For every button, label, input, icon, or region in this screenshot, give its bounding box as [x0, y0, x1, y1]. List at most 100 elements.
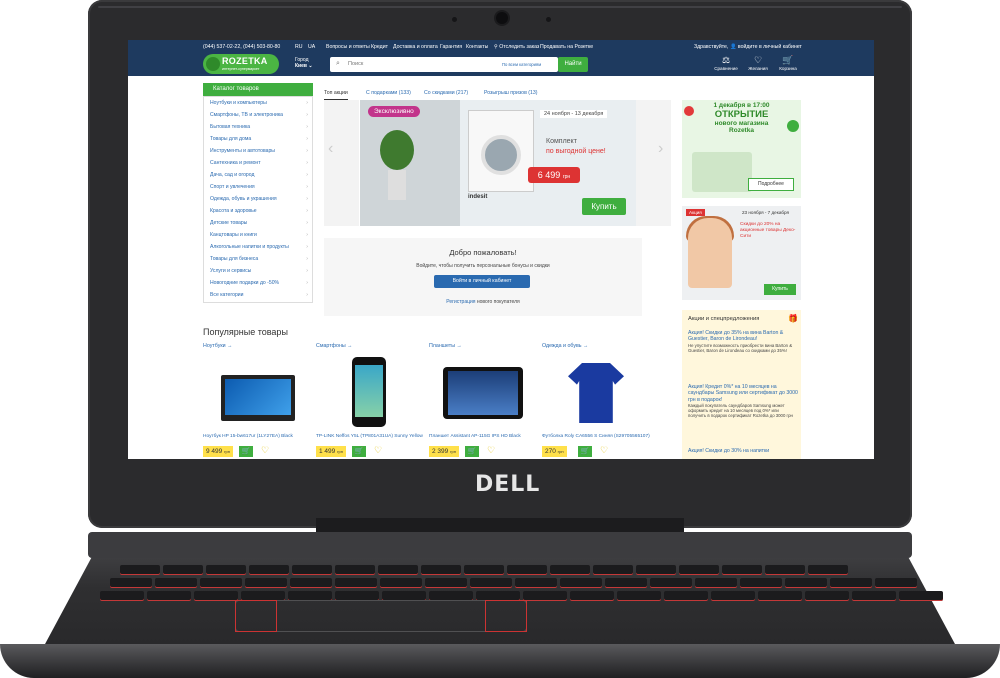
tab-discounts[interactable]: Со скидками (217) — [424, 87, 468, 99]
offer-title[interactable]: Акция! Кредит 0%* на 10 месяцев на саунд… — [688, 384, 798, 403]
add-to-cart-icon[interactable]: 🛒 — [465, 446, 479, 457]
product-name[interactable]: Футболка Roly CA6556 S Синяя (S297055651… — [542, 434, 652, 440]
offer-title[interactable]: Акция! Скидки до 35% на вина Barton & Gu… — [688, 330, 798, 343]
menu-item[interactable]: Сантехника и ремонт — [204, 157, 312, 169]
menu-item[interactable]: Красота и здоровье — [204, 205, 312, 217]
menu-item[interactable]: Бытовая техника — [204, 121, 312, 133]
product-category-link[interactable]: Планшеты → — [429, 343, 539, 349]
laptop-front-edge — [0, 644, 1000, 678]
add-to-cart-icon[interactable]: 🛒 — [578, 446, 592, 457]
menu-item[interactable]: Товары для бизнеса — [204, 253, 312, 265]
welcome-subtitle: Войдите, чтобы получить персональные бон… — [416, 263, 550, 269]
menu-item[interactable]: Спорт и увлечения — [204, 181, 312, 193]
offer-item[interactable]: Акция! Скидки до 30% на напитки — [688, 448, 798, 454]
greeting: Здравствуйте, — [694, 44, 729, 50]
product-name[interactable]: Ноутбук HP 15-bw617ur (1LY27EA) Black — [203, 434, 313, 440]
menu-item[interactable]: Услуги и сервисы — [204, 265, 312, 277]
city-value: Киев ⌄ — [295, 63, 313, 69]
carousel-next-slide — [636, 100, 671, 226]
wishlist-button[interactable]: ♡ Желания — [744, 55, 772, 71]
menu-item-gifts[interactable]: Новогодние подарки до -50% — [204, 277, 312, 289]
add-to-cart-icon[interactable]: 🛒 — [239, 446, 253, 457]
link-contacts[interactable]: Контакты — [466, 44, 488, 50]
tab-top[interactable]: Топ акции — [324, 87, 348, 100]
offer-title[interactable]: Акция! Скидки до 30% на напитки — [688, 448, 798, 454]
search-box[interactable]: ⌕ Поиск По всем категориям — [330, 57, 558, 72]
tab-prizes[interactable]: Розыгрыш призов (13) — [484, 87, 538, 99]
menu-item[interactable]: Одежда, обувь и украшения — [204, 193, 312, 205]
store-opening-promo[interactable]: 1 декабря в 17:00 ОТКРЫТИЕ нового магази… — [682, 100, 801, 198]
menu-item[interactable]: Смартфоны, ТВ и электроника — [204, 109, 312, 121]
tshirt-image — [568, 363, 624, 423]
promo-store-more-button[interactable]: Подробнее — [748, 178, 794, 191]
product-card[interactable]: Планшеты → Планшет Assistant AP-115G IPS… — [429, 343, 539, 459]
menu-item[interactable]: Канцтовары и книги — [204, 229, 312, 241]
deco-promo[interactable]: Акция 23 ноября - 7 декабря Скидки до 20… — [682, 206, 801, 300]
product-card[interactable]: Смартфоны → TP-LINK Neffos Y5L (TP801A31… — [316, 343, 426, 459]
cart-button[interactable]: 🛒 Корзина — [774, 55, 802, 71]
product-image[interactable] — [556, 357, 636, 427]
promo-store-date: 1 декабря в 17:00 — [713, 102, 770, 109]
product-name[interactable]: TP-LINK Neffos Y5L (TP801A31UA) Sunny Ye… — [316, 434, 426, 440]
wishlist-label: Желания — [748, 66, 768, 71]
product-category-link[interactable]: Смартфоны → — [316, 343, 426, 349]
product-image[interactable] — [217, 357, 297, 427]
lang-ua[interactable]: UA — [308, 44, 315, 50]
sell-link[interactable]: Продавать на Розетке — [540, 44, 593, 50]
product-category-link[interactable]: Ноутбуки → — [203, 343, 313, 349]
search-button[interactable]: Найти — [558, 57, 588, 72]
webcam — [496, 12, 508, 24]
wishlist-heart-icon[interactable]: ♡ — [487, 445, 495, 456]
promo-store-headline: ОТКРЫТИЕ — [714, 109, 769, 120]
menu-item[interactable]: Товары для дома — [204, 133, 312, 145]
city-selector[interactable]: Город Киев ⌄ — [295, 57, 313, 69]
deco-badge: Акция — [686, 209, 705, 216]
link-credit[interactable]: Кредит — [371, 44, 388, 50]
menu-item-all[interactable]: Все категории — [204, 289, 312, 301]
register-link[interactable]: Регистрация — [446, 299, 475, 305]
link-delivery[interactable]: Доставка и оплата — [393, 44, 438, 50]
promo-banner[interactable]: Эксклюзивно indesit 24 ноября - 13 декаб… — [360, 100, 636, 226]
track-order-link[interactable]: ⚲ Отследить заказ — [494, 44, 539, 50]
deco-buy-button[interactable]: Купить — [764, 284, 796, 295]
menu-item[interactable]: Алкогольные напитки и продукты — [204, 241, 312, 253]
compare-button[interactable]: ⚖ Сравнение — [712, 55, 740, 71]
menu-item[interactable]: Дача, сад и огород — [204, 169, 312, 181]
login-link[interactable]: 👤 войдите в личный кабинет — [730, 44, 802, 50]
wishlist-heart-icon[interactable]: ♡ — [261, 445, 269, 456]
catalog-button[interactable]: Каталог товаров — [203, 83, 313, 96]
carousel-prev-arrow-icon[interactable]: ‹ — [328, 140, 333, 158]
link-faq[interactable]: Вопросы и ответы — [326, 44, 370, 50]
add-to-cart-icon[interactable]: 🛒 — [352, 446, 366, 457]
offer-item[interactable]: Акция! Скидки до 35% на вина Barton & Gu… — [688, 330, 798, 353]
link-warranty[interactable]: Гарантия — [440, 44, 462, 50]
menu-item[interactable]: Ноутбуки и компьютеры — [204, 97, 312, 109]
logo-subtitle: интернет-супермаркет — [222, 67, 260, 71]
product-image[interactable] — [443, 357, 523, 427]
logo-text: ROZETKA — [222, 56, 268, 66]
wishlist-heart-icon[interactable]: ♡ — [600, 445, 608, 456]
product-card[interactable]: Одежда и обувь → Футболка Roly CA6556 S … — [542, 343, 652, 459]
rozetka-logo[interactable]: ROZETKA интернет-супермаркет — [203, 54, 279, 74]
offer-item[interactable]: Акция! Кредит 0%* на 10 месяцев на саунд… — [688, 384, 798, 419]
special-offers: Акции и спецпредложения 🎁 Акция! Скидки … — [682, 310, 801, 459]
product-name[interactable]: Планшет Assistant AP-115G IPS HD Black — [429, 434, 539, 440]
product-image[interactable] — [330, 357, 410, 427]
menu-item[interactable]: Детские товары — [204, 217, 312, 229]
lang-ru[interactable]: RU — [295, 44, 303, 50]
product-card[interactable]: Ноутбуки → Ноутбук HP 15-bw617ur (1LY27E… — [203, 343, 313, 459]
search-input[interactable]: Поиск — [348, 61, 363, 67]
wishlist-heart-icon[interactable]: ♡ — [374, 445, 382, 456]
tab-gifts[interactable]: С подарками (133) — [366, 87, 411, 99]
banner-buy-button[interactable]: Купить — [582, 198, 626, 215]
offer-desc: Не упустите возможность приобрести вина … — [688, 342, 793, 353]
search-category-select[interactable]: По всем категориям — [502, 62, 541, 67]
laptop-screen: (044) 537-02-22, (044) 503-80-80 RU UA В… — [128, 40, 874, 459]
product-category-link[interactable]: Одежда и обувь → — [542, 343, 652, 349]
register-line: Регистрация нового покупателя — [446, 299, 520, 305]
login-button[interactable]: Войти в личный кабинет — [434, 275, 530, 288]
laptop-image — [221, 375, 295, 421]
banner-offer: по выгодной цене! — [546, 148, 606, 155]
menu-item[interactable]: Инструменты и автотовары — [204, 145, 312, 157]
carousel-next-arrow-icon[interactable]: › — [658, 140, 663, 158]
